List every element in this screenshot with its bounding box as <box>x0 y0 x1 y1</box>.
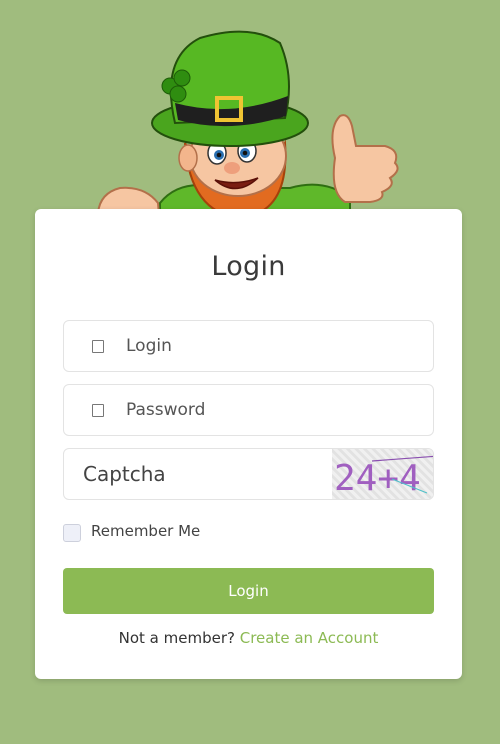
login-card: Login 24+4 Remember Me Login Not a membe… <box>35 209 462 679</box>
captcha-input[interactable] <box>64 449 332 499</box>
password-field[interactable] <box>63 384 434 436</box>
captcha-field[interactable]: 24+4 <box>63 448 434 500</box>
captcha-text: 24+4 <box>334 458 421 499</box>
user-icon <box>92 339 104 353</box>
remember-checkbox[interactable] <box>63 524 81 542</box>
create-account-link[interactable]: Create an Account <box>240 629 379 647</box>
remember-me[interactable]: Remember Me <box>63 520 200 542</box>
password-input[interactable] <box>126 385 433 435</box>
signup-prompt: Not a member? Create an Account <box>35 629 462 647</box>
leprechaun-mascot-image <box>97 30 399 228</box>
signup-prompt-text: Not a member? <box>118 629 235 647</box>
page-title: Login <box>211 251 286 282</box>
lock-icon <box>92 403 104 417</box>
login-input[interactable] <box>126 321 433 371</box>
login-button[interactable]: Login <box>63 568 434 614</box>
captcha-image[interactable]: 24+4 <box>332 449 433 499</box>
remember-label: Remember Me <box>91 522 201 540</box>
login-field[interactable] <box>63 320 434 372</box>
